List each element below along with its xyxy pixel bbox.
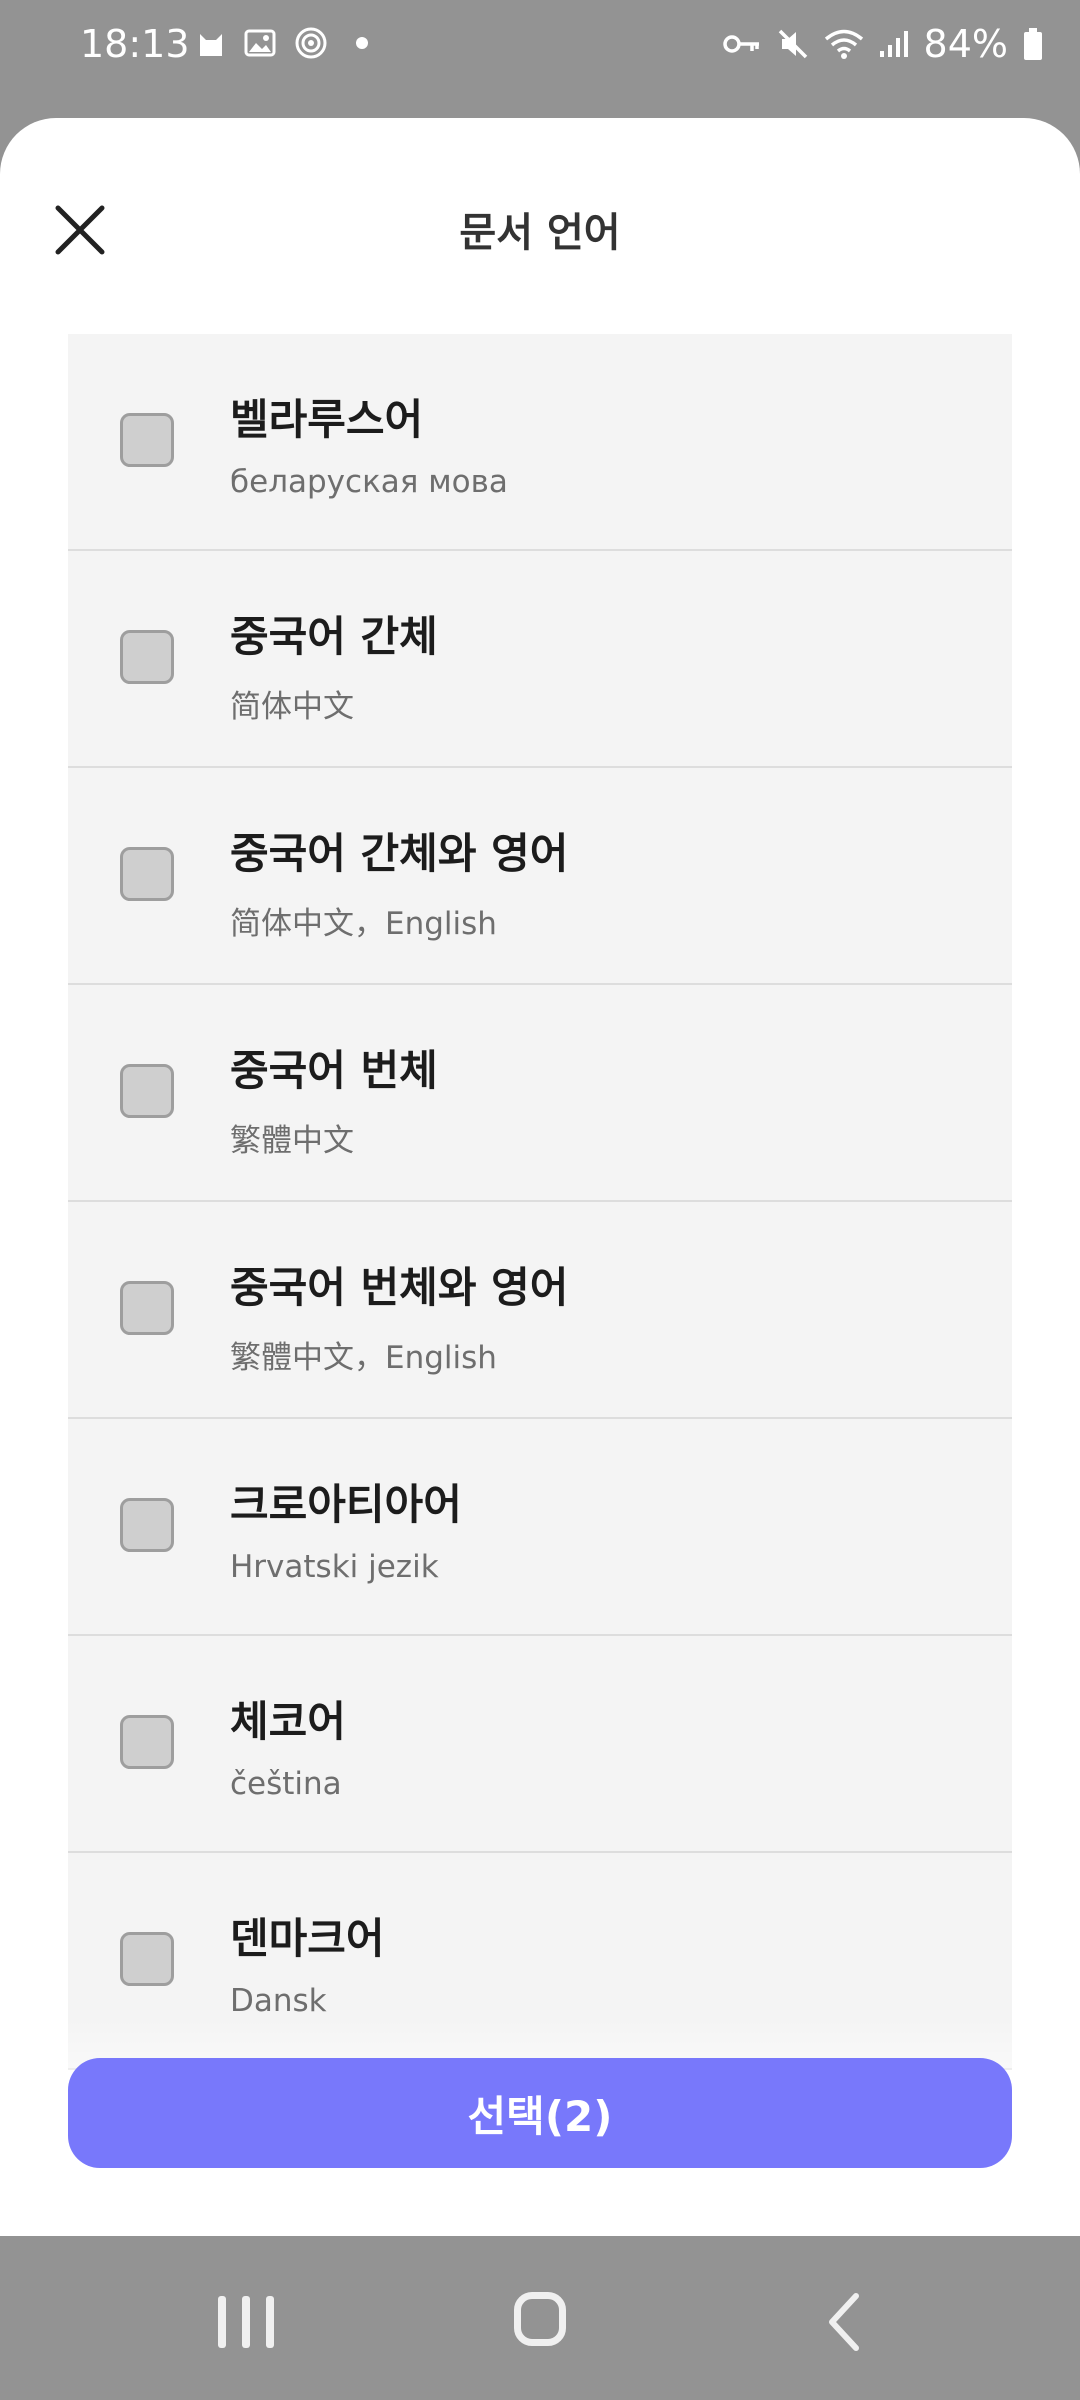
- language-title: 중국어 간체와 영어: [230, 829, 569, 878]
- language-native-name: Hrvatski jezik: [230, 1549, 439, 1585]
- checkbox[interactable]: [120, 1064, 174, 1118]
- status-left-icons: [196, 26, 368, 60]
- sheet-title: 문서 언어: [459, 210, 621, 256]
- dot-icon: [356, 37, 368, 49]
- back-icon[interactable]: [826, 2292, 862, 2352]
- checkbox[interactable]: [120, 1715, 174, 1769]
- checkbox[interactable]: [120, 1498, 174, 1552]
- language-item-chinese-traditional[interactable]: 중국어 번체 繁體中文: [68, 985, 1012, 1202]
- nfc-icon: [295, 27, 327, 59]
- language-native-name: 简体中文: [230, 689, 354, 725]
- language-sheet: 문서 언어 벨라루스어 беларуская мова 중국어 간체 简体中文 …: [0, 118, 1080, 2236]
- language-title: 벨라루스어: [230, 395, 424, 444]
- recents-icon[interactable]: [218, 2296, 274, 2348]
- checkbox[interactable]: [120, 413, 174, 467]
- language-title: 크로아티아어: [230, 1480, 462, 1529]
- language-item-czech[interactable]: 체코어 čeština: [68, 1636, 1012, 1853]
- language-native-name: 繁體中文: [230, 1123, 354, 1159]
- signal-icon: [879, 31, 908, 57]
- mute-icon: [778, 29, 807, 59]
- language-item-chinese-simplified[interactable]: 중국어 간체 简体中文: [68, 551, 1012, 768]
- language-native-name: Dansk: [230, 1983, 327, 2019]
- cat-app-icon: [200, 34, 222, 56]
- language-item-croatian[interactable]: 크로아티아어 Hrvatski jezik: [68, 1419, 1012, 1636]
- wifi-icon: [824, 29, 863, 59]
- language-native-name: 简体中文，English: [230, 906, 497, 942]
- checkbox[interactable]: [120, 1932, 174, 1986]
- language-native-name: беларуская мова: [230, 464, 508, 500]
- battery-icon: [1024, 28, 1042, 60]
- battery-text: 84%: [923, 22, 1008, 66]
- status-time: 18:13: [80, 22, 190, 66]
- checkbox[interactable]: [120, 630, 174, 684]
- language-item-chinese-traditional-english[interactable]: 중국어 번체와 영어 繁體中文，English: [68, 1202, 1012, 1419]
- language-title: 중국어 번체: [230, 1046, 438, 1095]
- language-title: 체코어: [230, 1697, 346, 1746]
- status-right-icons: 84%: [722, 22, 1044, 66]
- language-native-name: 繁體中文，English: [230, 1340, 497, 1376]
- vpn-key-icon: [722, 35, 759, 53]
- status-bar: 18:13 84%: [0, 0, 1080, 90]
- select-button[interactable]: 선택(2): [68, 2058, 1012, 2168]
- navigation-bar: [0, 2236, 1080, 2400]
- language-list: 벨라루스어 беларуская мова 중국어 간체 简体中文 중국어 간체…: [68, 334, 1012, 2070]
- checkbox[interactable]: [120, 1281, 174, 1335]
- language-title: 중국어 번체와 영어: [230, 1263, 569, 1312]
- language-title: 중국어 간체: [230, 612, 438, 661]
- language-item-belarusian[interactable]: 벨라루스어 беларуская мова: [68, 334, 1012, 551]
- gallery-icon: [244, 29, 276, 57]
- language-title: 덴마크어: [230, 1914, 385, 1963]
- language-item-chinese-simplified-english[interactable]: 중국어 간체와 영어 简体中文，English: [68, 768, 1012, 985]
- language-native-name: čeština: [230, 1766, 342, 1802]
- home-icon[interactable]: [514, 2292, 566, 2346]
- checkbox[interactable]: [120, 847, 174, 901]
